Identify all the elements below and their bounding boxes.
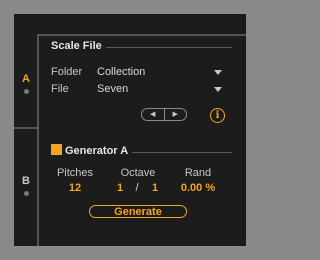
folder-dropdown[interactable]: Collection	[97, 66, 145, 78]
tab-a[interactable]: A	[14, 73, 38, 85]
info-icon[interactable]: i	[210, 108, 225, 123]
file-nav-group: ◀ ▶	[141, 108, 187, 121]
octave-to-value[interactable]: 1	[148, 182, 162, 194]
next-file-button[interactable]: ▶	[163, 109, 187, 120]
scale-file-title: Scale File	[51, 40, 102, 52]
generator-title: Generator A	[65, 145, 129, 157]
file-label: File	[51, 83, 69, 95]
octave-separator: /	[135, 182, 139, 194]
rand-label: Rand	[184, 167, 212, 179]
folder-chevron-down-icon[interactable]	[214, 70, 222, 75]
rand-value[interactable]: 0.00 %	[174, 182, 222, 194]
pitches-value[interactable]: 12	[52, 182, 98, 194]
generator-enable-checkbox[interactable]	[51, 144, 62, 155]
file-dropdown[interactable]: Seven	[97, 83, 128, 95]
tab-a-indicator	[24, 89, 29, 94]
generate-button[interactable]: Generate	[89, 205, 187, 218]
triangle-right-icon: ▶	[172, 111, 178, 118]
folder-label: Folder	[51, 66, 83, 78]
triangle-left-icon: ◀	[150, 111, 156, 118]
pitches-label: Pitches	[56, 167, 94, 179]
octave-label: Octave	[120, 167, 156, 179]
octave-from-value[interactable]: 1	[113, 182, 127, 194]
prev-file-button[interactable]: ◀	[142, 109, 164, 120]
tab-b[interactable]: B	[14, 175, 38, 187]
device-panel: A B Scale File Folder Collection File Se…	[14, 14, 246, 246]
scale-file-divider	[106, 47, 232, 48]
file-chevron-down-icon[interactable]	[214, 87, 222, 92]
generator-divider	[132, 152, 232, 153]
tab-b-indicator	[24, 191, 29, 196]
